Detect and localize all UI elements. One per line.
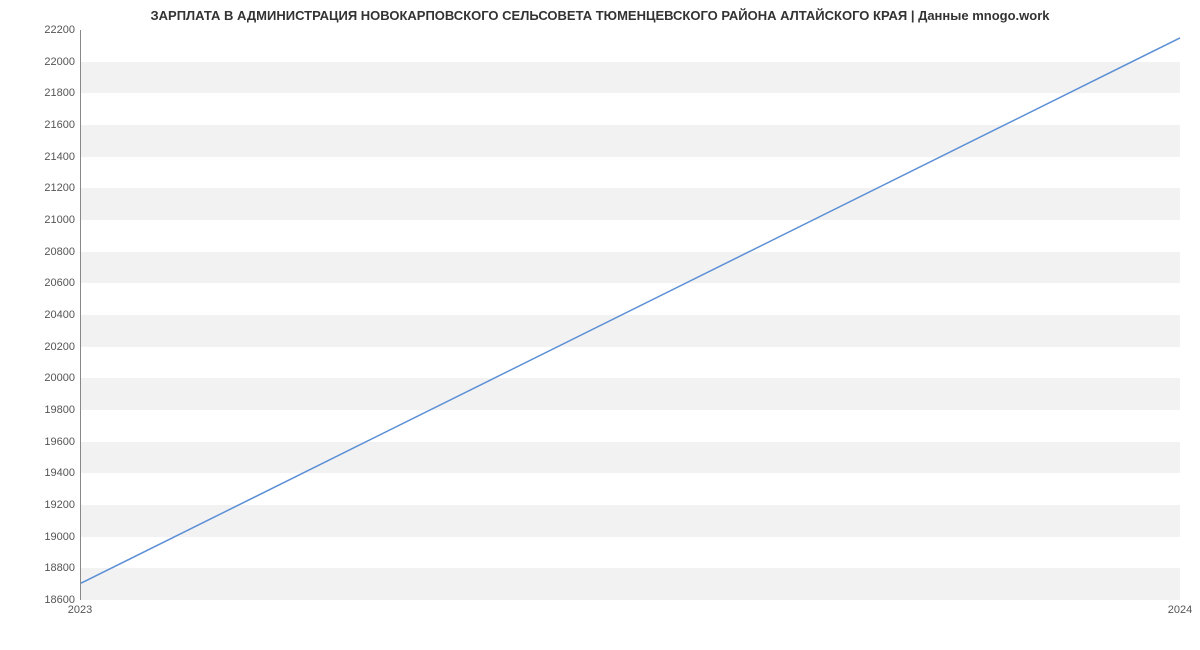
y-tick-label: 21000 <box>5 214 75 226</box>
y-tick-label: 22000 <box>5 56 75 68</box>
y-tick-label: 19800 <box>5 404 75 416</box>
y-tick-label: 20600 <box>5 277 75 289</box>
x-tick-label: 2024 <box>1168 604 1192 616</box>
y-tick-label: 20800 <box>5 246 75 258</box>
y-tick-label: 21600 <box>5 119 75 131</box>
line-series <box>81 30 1180 599</box>
y-tick-label: 20400 <box>5 309 75 321</box>
plot-area <box>80 30 1180 600</box>
chart-container: ЗАРПЛАТА В АДМИНИСТРАЦИЯ НОВОКАРПОВСКОГО… <box>0 0 1200 650</box>
y-tick-label: 21200 <box>5 182 75 194</box>
data-line <box>81 38 1180 583</box>
y-tick-label: 18800 <box>5 562 75 574</box>
y-tick-label: 20000 <box>5 372 75 384</box>
chart-title: ЗАРПЛАТА В АДМИНИСТРАЦИЯ НОВОКАРПОВСКОГО… <box>0 8 1200 23</box>
x-tick-label: 2023 <box>68 604 92 616</box>
y-tick-label: 19600 <box>5 436 75 448</box>
y-tick-label: 19200 <box>5 499 75 511</box>
y-tick-label: 20200 <box>5 341 75 353</box>
y-tick-label: 21400 <box>5 151 75 163</box>
y-tick-label: 22200 <box>5 24 75 36</box>
y-tick-label: 21800 <box>5 87 75 99</box>
y-tick-label: 18600 <box>5 594 75 606</box>
y-tick-label: 19000 <box>5 531 75 543</box>
y-tick-label: 19400 <box>5 467 75 479</box>
